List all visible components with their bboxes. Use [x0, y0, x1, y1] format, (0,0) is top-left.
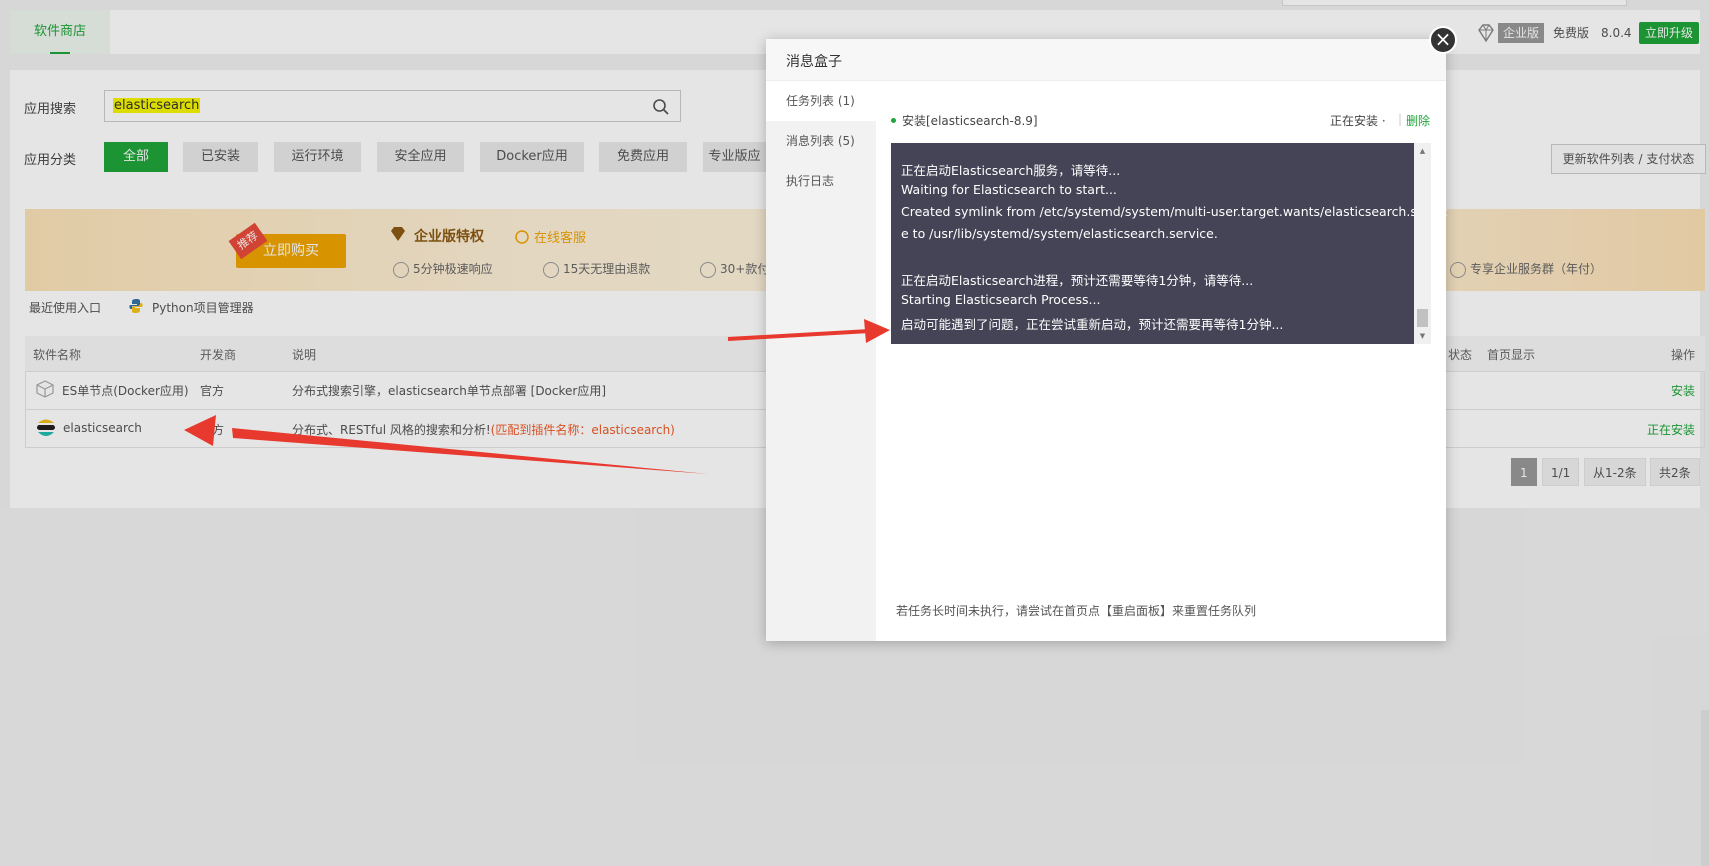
close-icon[interactable]: × — [1429, 26, 1457, 54]
console-line: 正在启动Elasticsearch进程，预计还需要等待1分钟，请等待... — [901, 273, 1254, 288]
tab-message-list[interactable]: 消息列表 (5) — [766, 121, 876, 161]
task-status-dot — [891, 118, 896, 123]
console-line: Created symlink from /etc/systemd/system… — [901, 204, 1448, 219]
console-line: Starting Elasticsearch Process... — [901, 292, 1101, 307]
task-separator: | — [1398, 112, 1403, 126]
console-scroll-thumb[interactable] — [1417, 309, 1428, 327]
dialog-title: 消息盒子 — [786, 54, 842, 70]
task-name: 安装[elasticsearch-8.9] — [902, 114, 1038, 128]
task-delete-link[interactable]: 删除 — [1406, 112, 1430, 129]
console-line: Waiting for Elasticsearch to start... — [901, 182, 1117, 197]
tab-task-list[interactable]: 任务列表 (1) — [766, 81, 876, 121]
scroll-up-icon[interactable]: ▲ — [1414, 145, 1431, 157]
console-line: 启动可能遇到了问题，正在尝试重新启动，预计还需要再等待1分钟... — [901, 317, 1284, 332]
dialog-header — [766, 39, 1446, 81]
console-line: 正在启动Elasticsearch服务，请等待... — [901, 163, 1121, 178]
scroll-down-icon[interactable]: ▼ — [1414, 330, 1431, 342]
console-line: e to /usr/lib/systemd/system/elasticsear… — [901, 226, 1218, 241]
dialog-tip: 若任务长时间未执行，请尝试在首页点【重启面板】来重置任务队列 — [896, 604, 1257, 618]
tab-execution-log[interactable]: 执行日志 — [766, 161, 876, 201]
task-status: 正在安装 · — [1330, 114, 1386, 128]
